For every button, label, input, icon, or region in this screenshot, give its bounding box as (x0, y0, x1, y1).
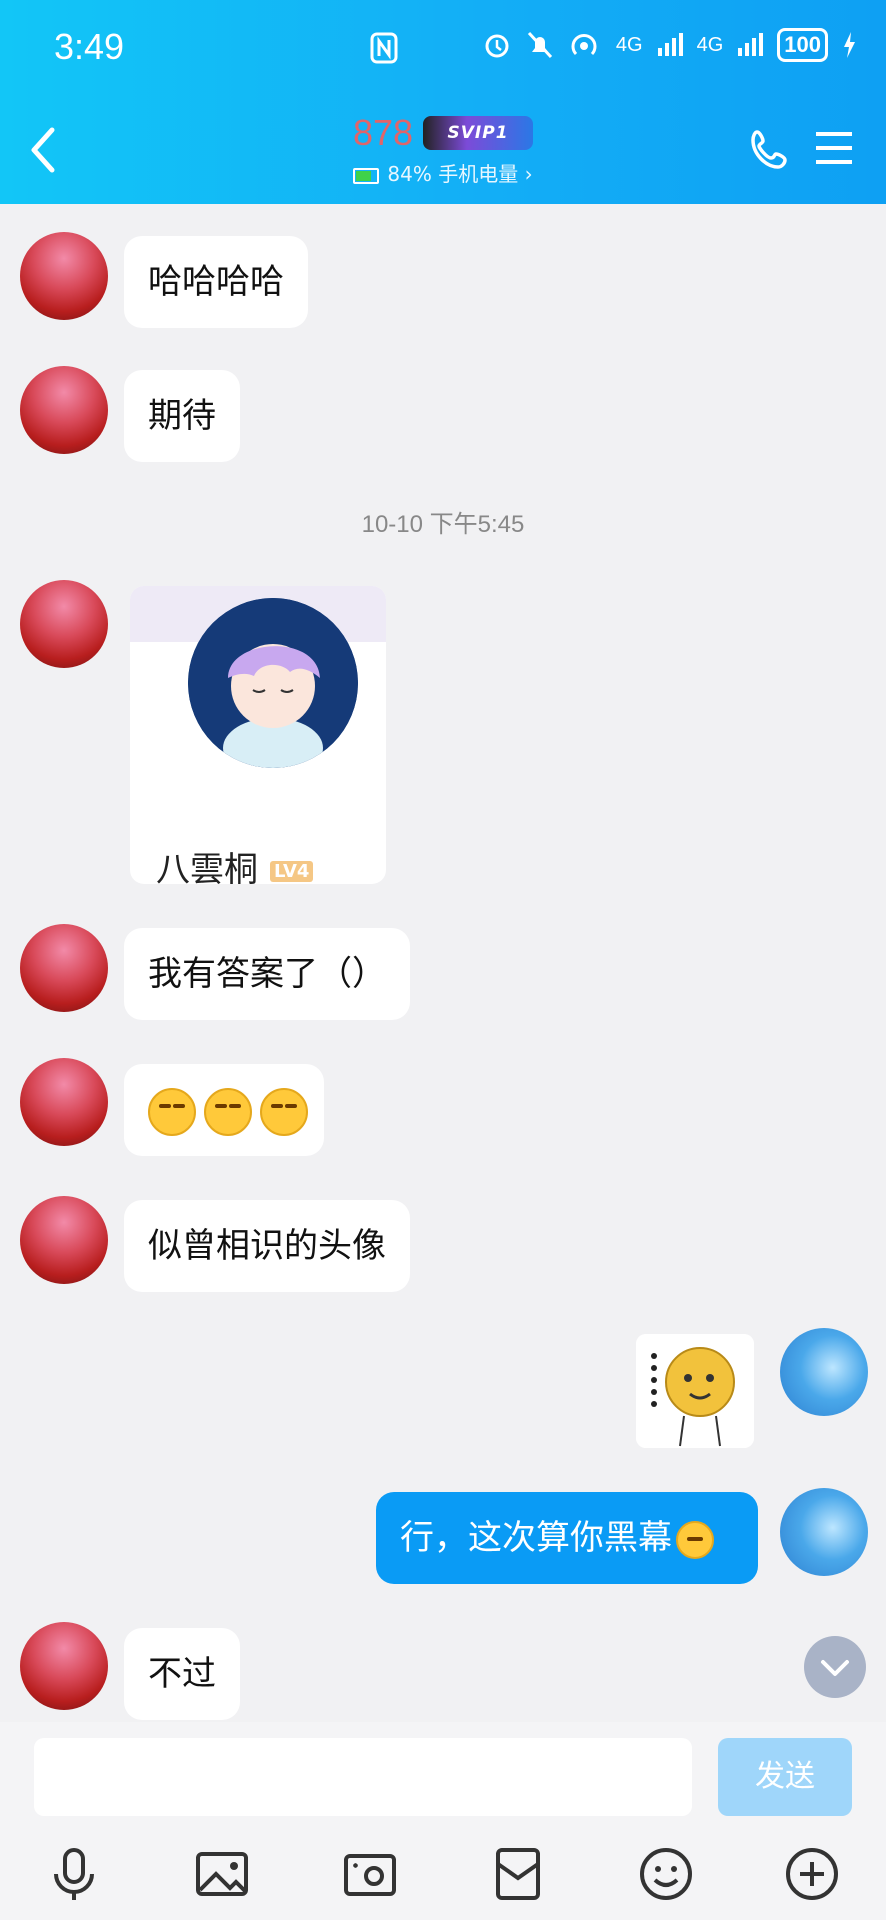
contact-avatar[interactable] (20, 232, 108, 320)
profile-card[interactable]: 八雲桐 LV4 (130, 586, 386, 884)
add-icon[interactable] (782, 1844, 842, 1904)
status-icons: 4G 4G 100 (482, 28, 856, 62)
smirk-emoji-icon (204, 1087, 252, 1136)
my-avatar[interactable] (780, 1488, 868, 1576)
composer-bar: 发送 (0, 1722, 886, 1920)
contact-avatar[interactable] (20, 1196, 108, 1284)
svip-badge: SVIP1 (423, 116, 534, 150)
card-name: 八雲桐 LV4 (156, 842, 314, 884)
contact-name: 878 (352, 112, 414, 153)
mute-icon (527, 31, 553, 59)
contact-avatar[interactable] (20, 924, 108, 1012)
emoji-icon[interactable] (636, 1844, 696, 1904)
nfc-icon (370, 32, 398, 64)
card-name-text: 八雲桐 (156, 850, 258, 884)
scroll-to-bottom-button[interactable] (804, 1636, 866, 1698)
contact-avatar[interactable] (20, 366, 108, 454)
battery-mini-icon (353, 167, 380, 184)
microphone-icon[interactable] (44, 1844, 104, 1904)
signal-icon-1 (657, 33, 683, 56)
status-time: 3:49 (54, 26, 125, 67)
message-bubble[interactable]: 似曾相识的头像 (124, 1200, 410, 1292)
level-badge: LV4 (270, 861, 314, 882)
menu-icon[interactable] (814, 130, 854, 166)
emoji-message-bubble[interactable] (124, 1064, 324, 1156)
hotspot-icon (571, 34, 597, 56)
message-timestamp: 10-10 下午5:45 (361, 511, 525, 538)
send-button[interactable]: 发送 (718, 1738, 852, 1816)
facepalm-emoji-icon (676, 1520, 714, 1559)
message-bubble[interactable]: 我有答案了（） (124, 928, 410, 1020)
contact-avatar[interactable] (20, 580, 108, 668)
contact-avatar[interactable] (20, 1058, 108, 1146)
message-input[interactable] (34, 1738, 692, 1816)
message-bubble[interactable]: 期待 (124, 370, 240, 462)
message-bubble[interactable]: 哈哈哈哈 (124, 236, 308, 328)
red-packet-icon[interactable] (488, 1844, 548, 1904)
my-avatar[interactable] (780, 1328, 868, 1416)
sticker-message[interactable] (636, 1334, 754, 1448)
network-label-2: 4G (696, 33, 724, 56)
camera-icon[interactable] (340, 1844, 400, 1904)
smirk-emoji-icon (148, 1087, 196, 1136)
sticker-art (636, 1334, 754, 1448)
message-bubble[interactable]: 不过 (124, 1628, 240, 1720)
my-message-bubble[interactable]: 行，这次算你黑幕 (376, 1492, 758, 1584)
card-avatar-art (188, 598, 358, 768)
my-message-text: 行，这次算你黑幕 (400, 1518, 672, 1558)
smirk-emoji-icon (260, 1087, 308, 1136)
contact-avatar[interactable] (20, 1622, 108, 1710)
battery-status-label: 84% 手机电量 › (387, 162, 533, 186)
phone-icon[interactable] (748, 128, 792, 172)
charging-icon (844, 32, 855, 58)
chevron-down-icon (821, 1660, 849, 1676)
signal-icon-2 (738, 33, 764, 56)
card-avatar (188, 598, 358, 768)
network-label-1: 4G (615, 33, 643, 56)
image-icon[interactable] (192, 1844, 252, 1904)
alarm-icon (485, 34, 509, 58)
chat-header: 3:49 4G 4G 100 878 SVIP1 84% 手机电量 › (0, 0, 886, 204)
battery-indicator: 100 (777, 28, 828, 62)
